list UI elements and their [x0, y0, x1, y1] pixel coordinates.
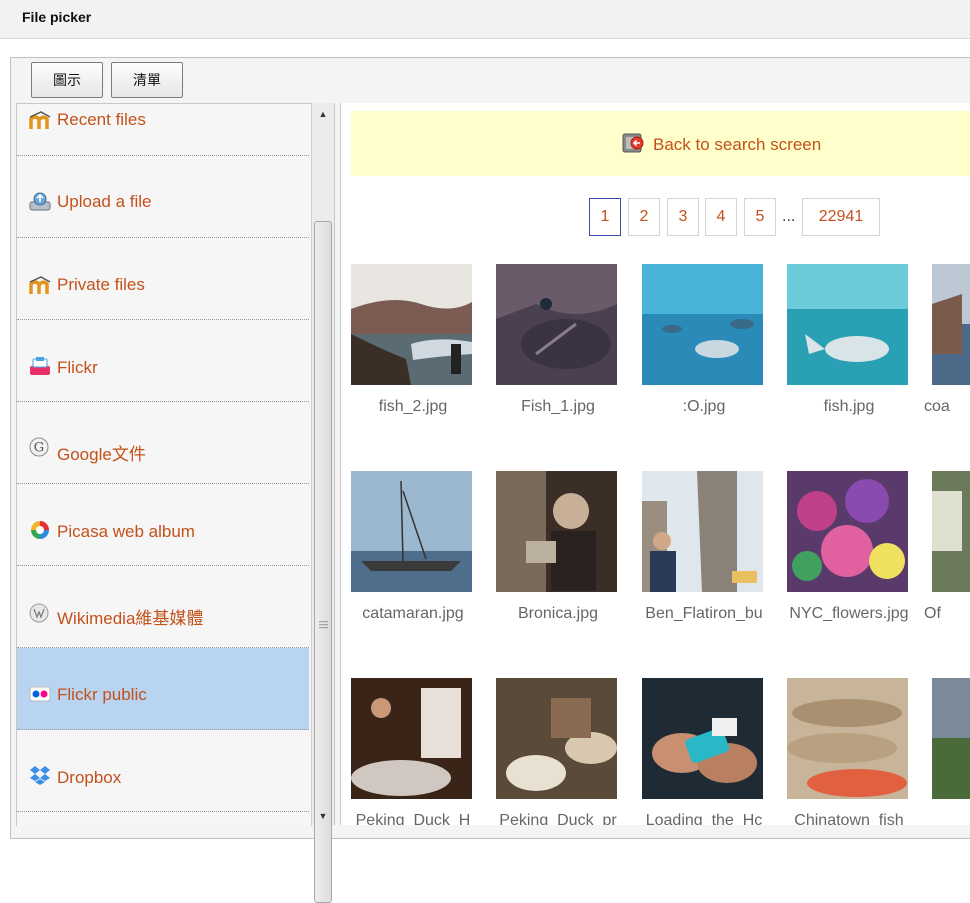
view-toolbar: 圖示 清單 [11, 58, 970, 102]
file-name: catamaran.jpg [362, 605, 464, 622]
file-name: fish.jpg [823, 398, 875, 415]
page-4-button[interactable]: 4 [705, 198, 737, 236]
repo-label: Wikimedia維基媒體 [57, 609, 204, 628]
file-item[interactable]: fish_2.jpg [343, 264, 483, 424]
sidebar-scrollbar[interactable]: ▲ — — — ▼ [311, 103, 335, 903]
google-icon: G [29, 437, 49, 457]
window-title: File picker [22, 9, 92, 25]
file-name: Peking_Duck_H [355, 812, 471, 825]
page-3-button[interactable]: 3 [667, 198, 699, 236]
title-bar: File picker [0, 0, 970, 39]
repo-private-files[interactable]: Private files [17, 238, 309, 320]
page-5-button[interactable]: 5 [744, 198, 776, 236]
file-browser: Back to search screen 1 2 3 4 5 ... 2294… [340, 103, 970, 825]
page-2-button[interactable]: 2 [628, 198, 660, 236]
thumbnail-image[interactable] [787, 678, 908, 799]
thumbnail-image[interactable] [642, 264, 763, 385]
file-item[interactable]: :O.jpg [634, 264, 774, 424]
file-name: NYC_flowers.jpg [789, 605, 909, 622]
scroll-down-arrow-icon[interactable]: ▼ [312, 807, 334, 825]
thumbnail-image[interactable] [496, 678, 617, 799]
thumbnail-image[interactable] [642, 678, 763, 799]
thumbnail-image[interactable] [787, 471, 908, 592]
upload-icon [29, 192, 51, 211]
back-bar: Back to search screen [351, 111, 970, 176]
grip-icon: — — — [319, 616, 328, 632]
file-item[interactable]: catamaran.jpg [343, 471, 483, 631]
svg-text:G: G [34, 441, 44, 456]
thumbnail-image[interactable] [351, 471, 472, 592]
file-item[interactable]: Peking_Duck_pr [488, 678, 628, 825]
icon-view-button[interactable]: 圖示 [31, 62, 103, 98]
file-item[interactable]: coa [924, 264, 970, 424]
wikimedia-icon [29, 603, 49, 623]
repo-google-docs[interactable]: G Google文件 [17, 402, 309, 484]
file-item[interactable]: NYC_flowers.jpg [779, 471, 919, 631]
file-item[interactable]: Peking_Duck_H [343, 678, 483, 825]
file-name: Chinatown_fish [794, 812, 904, 825]
flickr-icon [30, 357, 50, 375]
flickr-public-icon [29, 686, 51, 702]
repo-recent-files[interactable]: Recent files [17, 104, 309, 156]
moodle-icon [29, 111, 51, 129]
thumbnail-image[interactable] [932, 264, 970, 385]
repo-flickr[interactable]: Flickr [17, 320, 309, 402]
scroll-up-arrow-icon[interactable]: ▲ [312, 105, 334, 123]
file-item[interactable]: Loading_the_Hc [634, 678, 774, 825]
repo-wikimedia[interactable]: Wikimedia維基媒體 [17, 566, 309, 648]
file-name: coa [924, 398, 950, 415]
repo-label: Flickr [57, 358, 98, 377]
thumbnail-image[interactable] [642, 471, 763, 592]
repository-list: Recent files Upload a file Private files… [16, 103, 312, 826]
repo-upload-file[interactable]: Upload a file [17, 156, 309, 238]
thumbnail-image[interactable] [496, 264, 617, 385]
file-item[interactable]: Bronica.jpg [488, 471, 628, 631]
file-name: Ben_Flatiron_bu [645, 605, 763, 622]
file-name: fish_2.jpg [378, 398, 448, 415]
repo-flickr-public[interactable]: Flickr public [17, 648, 309, 730]
page-1-button[interactable]: 1 [589, 198, 621, 236]
thumbnail-image[interactable] [787, 264, 908, 385]
repo-label: Dropbox [57, 768, 122, 787]
list-view-button[interactable]: 清單 [111, 62, 183, 98]
repo-label: Google文件 [57, 445, 146, 464]
pagination-ellipsis: ... [782, 208, 796, 225]
picasa-icon [31, 521, 49, 539]
file-item[interactable] [924, 678, 970, 825]
page-last-button[interactable]: 22941 [802, 198, 880, 236]
file-name: Loading_the_Hc [645, 812, 763, 825]
thumbnail-image[interactable] [351, 678, 472, 799]
file-name: Bronica.jpg [517, 605, 599, 622]
file-item[interactable]: Ben_Flatiron_bu [634, 471, 774, 631]
thumbnail-image[interactable] [932, 471, 970, 592]
moodle-icon [29, 276, 51, 294]
repo-label: Picasa web album [57, 522, 195, 541]
back-icon [622, 133, 644, 153]
file-item[interactable]: Fish_1.jpg [488, 264, 628, 424]
file-item[interactable]: fish.jpg [779, 264, 919, 424]
file-name: Peking_Duck_pr [499, 812, 617, 825]
repo-label: Flickr public [57, 685, 147, 704]
scrollbar-thumb[interactable]: — — — [314, 221, 332, 903]
back-to-search-link[interactable]: Back to search screen [653, 135, 821, 155]
thumbnail-image[interactable] [351, 264, 472, 385]
repo-label: Recent files [57, 110, 146, 129]
repo-dropbox[interactable]: Dropbox [17, 730, 309, 812]
file-name: :O.jpg [682, 398, 726, 415]
thumbnail-image[interactable] [932, 678, 970, 799]
repo-picasa[interactable]: Picasa web album [17, 484, 309, 566]
file-name: Fish_1.jpg [521, 398, 595, 415]
repo-label: Private files [57, 275, 145, 294]
thumbnail-image[interactable] [496, 471, 617, 592]
file-item[interactable]: Chinatown_fish [779, 678, 919, 825]
dropbox-icon [30, 766, 50, 785]
repo-label: Upload a file [57, 192, 152, 211]
file-name: Of [924, 605, 941, 622]
file-item[interactable]: Of [924, 471, 970, 631]
